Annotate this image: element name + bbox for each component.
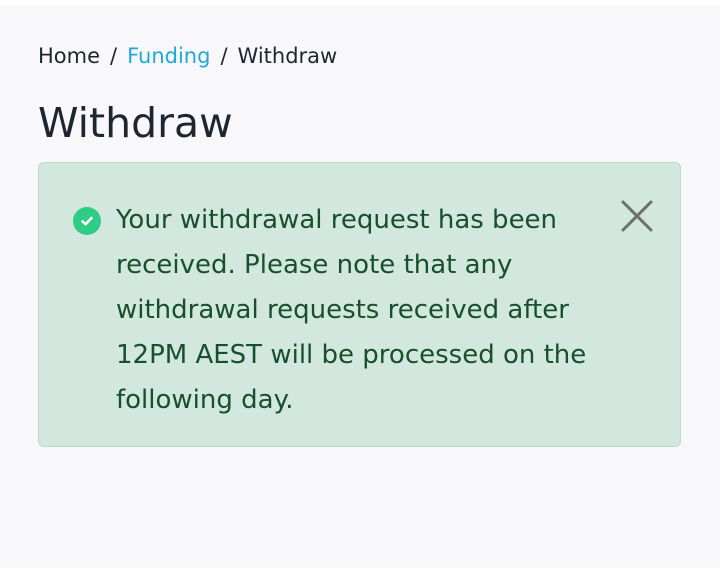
page-title: Withdraw — [38, 99, 233, 147]
breadcrumb-home-link[interactable]: Home — [38, 44, 100, 68]
checkmark-glyph — [81, 216, 93, 226]
page: Home / Funding / Withdraw Withdraw Your … — [0, 5, 720, 568]
breadcrumb-separator: / — [110, 44, 118, 68]
breadcrumb-funding-link[interactable]: Funding — [127, 44, 210, 68]
success-alert: Your withdrawal request has been receive… — [38, 162, 681, 447]
alert-message: Your withdrawal request has been receive… — [116, 205, 587, 415]
breadcrumb-separator: / — [220, 44, 228, 68]
breadcrumb: Home / Funding / Withdraw — [38, 42, 337, 70]
check-circle-icon — [73, 207, 101, 235]
close-button[interactable] — [615, 194, 659, 238]
breadcrumb-current: Withdraw — [237, 44, 338, 68]
close-icon — [621, 200, 653, 232]
